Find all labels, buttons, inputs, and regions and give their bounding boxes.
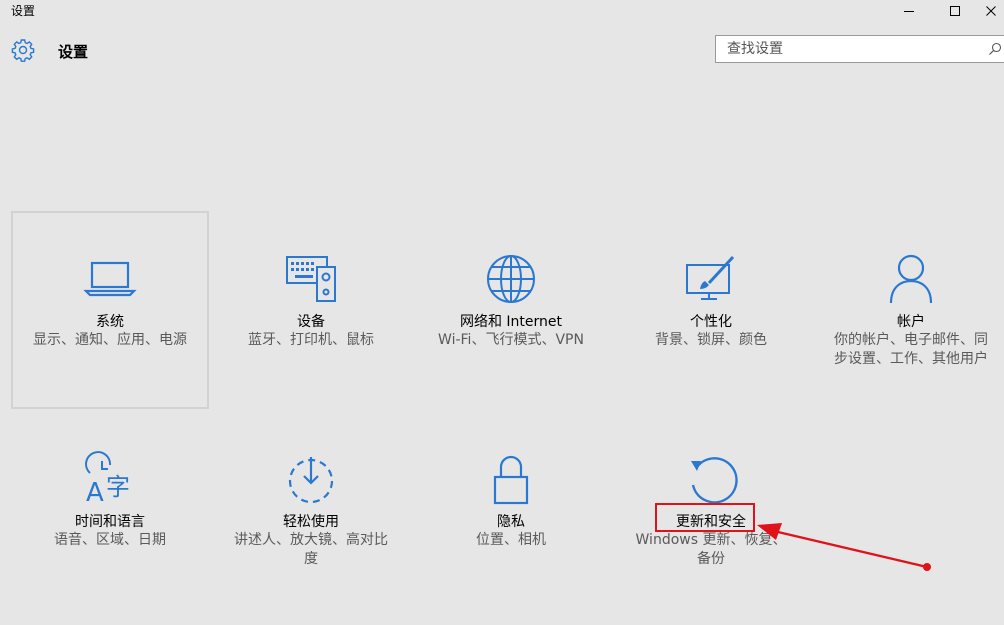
tile-description: 你的帐户、电子邮件、同步设置、工作、其他用户 [834,332,988,367]
tile-personalization[interactable]: 个性化 背景、锁屏、颜色 [612,211,810,409]
tile-label: 系统 [96,314,124,330]
tile-time-language[interactable]: A 字 时间和语言 语音、区域、日期 [11,411,209,609]
tile-description: 讲述人、放大镜、高对比度 [234,532,388,567]
tile-label: 轻松使用 [283,514,339,530]
tile-label: 设备 [297,314,325,330]
tile-accounts[interactable]: 帐户 你的帐户、电子邮件、同步设置、工作、其他用户 [812,211,1004,409]
tile-label: 个性化 [690,314,732,330]
svg-text:A: A [86,478,104,507]
tile-description: 位置、相机 [476,532,546,548]
lock-icon [493,455,529,505]
window-title: 设置 [11,4,36,18]
close-icon [986,6,996,16]
tile-description: 背景、锁屏、颜色 [655,332,767,348]
settings-header: 设置 [0,30,1004,70]
tile-label: 隐私 [497,514,525,530]
minimize-icon [904,11,914,12]
search-icon[interactable] [988,42,1002,56]
tile-description: 蓝牙、打印机、鼠标 [248,332,374,348]
devices-icon [286,256,336,302]
tile-description: 语音、区域、日期 [54,532,166,548]
tile-label: 时间和语言 [75,514,145,530]
laptop-icon [83,261,137,297]
tile-privacy[interactable]: 隐私 位置、相机 [412,411,610,609]
update-icon [691,457,738,504]
maximize-button[interactable] [932,0,978,22]
tile-system[interactable]: 系统 显示、通知、应用、电源 [11,211,209,409]
ease-of-access-icon [288,457,334,504]
tile-label: 网络和 Internet [459,314,563,330]
person-icon [889,254,933,304]
search-input[interactable] [716,36,987,62]
tile-devices[interactable]: 设备 蓝牙、打印机、鼠标 [212,211,410,409]
gear-icon [11,39,35,62]
minimize-button[interactable] [886,0,932,22]
personalization-icon [686,255,735,300]
maximize-icon [950,6,960,16]
tile-description: Wi-Fi、飞行模式、VPN [438,332,584,348]
tile-description: 显示、通知、应用、电源 [33,332,187,348]
close-button[interactable] [978,0,1004,22]
tile-label: 帐户 [897,314,925,330]
time-language-icon: A 字 [85,451,130,507]
tile-description: Windows 更新、恢复、备份 [635,532,787,567]
globe-icon [487,255,535,303]
search-box [715,35,1004,63]
title-bar: 设置 [0,0,1004,22]
page-title: 设置 [58,43,89,61]
tile-network[interactable]: 网络和 Internet Wi-Fi、飞行模式、VPN [412,211,610,409]
tile-ease-of-access[interactable]: 轻松使用 讲述人、放大镜、高对比度 [212,411,410,609]
highlight-box [655,503,755,532]
svg-text:字: 字 [106,473,130,501]
